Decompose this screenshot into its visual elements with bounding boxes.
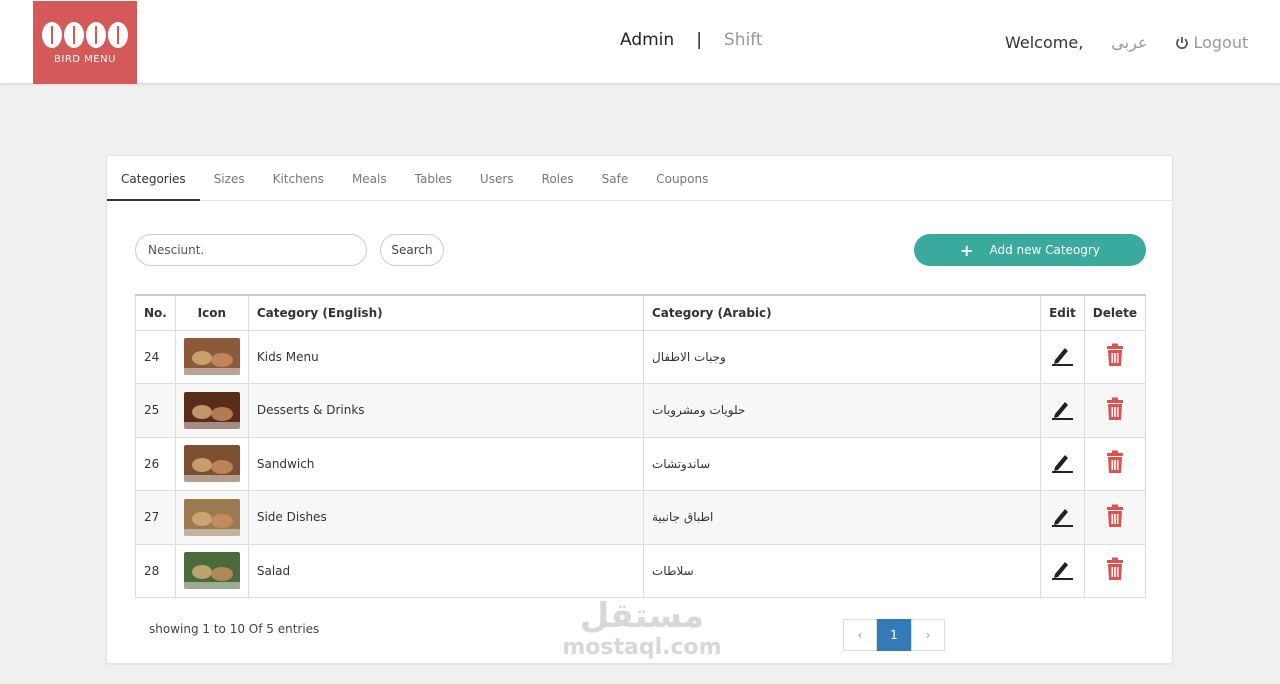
col-header-english: Category (English) — [247, 294, 645, 331]
row-arabic-name: حلويات ومشروبات — [642, 383, 1042, 438]
language-switch-link[interactable]: عربى — [1111, 33, 1147, 52]
row-icon-cell — [174, 490, 249, 545]
row-icon-cell — [174, 383, 249, 438]
table-row: 28 Salad سلاطات — [135, 543, 1147, 598]
row-arabic-name: اطباق جانبية — [642, 490, 1042, 545]
watermark-arabic: مستقل — [579, 596, 705, 636]
pencil-icon — [1052, 455, 1074, 474]
search-button[interactable]: Search — [380, 234, 444, 266]
table-row: 25 Desserts & Drinks حلويات ومشروبات — [135, 383, 1147, 438]
brand-logo[interactable]: BIRD MENU — [33, 1, 137, 84]
user-menu: Welcome, عربى Logout — [1005, 33, 1248, 52]
power-icon — [1176, 36, 1189, 49]
pencil-icon — [1052, 508, 1074, 527]
entries-info: showing 1 to 10 Of 5 entries — [149, 622, 320, 636]
row-arabic-name: وجبات الاطفال — [642, 329, 1042, 384]
header-nav: Admin | Shift — [620, 30, 763, 50]
tab-sizes[interactable]: Sizes — [200, 156, 259, 201]
logout-link[interactable]: Logout — [1175, 33, 1248, 52]
delete-button[interactable] — [1083, 329, 1147, 384]
table-row: 27 Side Dishes اطباق جانبية — [135, 490, 1147, 545]
row-number: 27 — [135, 490, 176, 545]
tab-kitchens[interactable]: Kitchens — [259, 156, 338, 201]
pencil-icon — [1052, 401, 1074, 420]
pencil-icon — [1052, 562, 1074, 581]
pagination: ‹ 1 › — [843, 619, 945, 651]
col-header-arabic: Category (Arabic) — [642, 294, 1042, 331]
trash-icon — [1106, 557, 1123, 581]
watermark: مستقل mostaql.com — [562, 596, 722, 660]
col-header-delete: Delete — [1083, 294, 1147, 331]
delete-button[interactable] — [1083, 436, 1147, 491]
logout-label: Logout — [1193, 33, 1249, 52]
nav-shift-link[interactable]: Shift — [724, 30, 763, 50]
col-header-no: No. — [135, 294, 176, 331]
row-icon-cell — [174, 329, 249, 384]
category-thumbnail — [183, 391, 240, 429]
row-english-name: Kids Menu — [247, 329, 645, 384]
nav-admin-link[interactable]: Admin — [620, 30, 674, 50]
trash-icon — [1106, 450, 1123, 474]
logo-mark — [42, 20, 128, 50]
nav-separator: | — [696, 30, 702, 50]
row-number: 24 — [135, 329, 176, 384]
edit-button[interactable] — [1040, 329, 1085, 384]
tab-safe[interactable]: Safe — [588, 156, 643, 201]
prev-page-button[interactable]: ‹ — [843, 619, 877, 651]
categories-panel: Categories Sizes Kitchens Meals Tables U… — [106, 155, 1173, 664]
row-icon-cell — [174, 543, 249, 598]
row-english-name: Desserts & Drinks — [247, 383, 645, 438]
row-number: 25 — [135, 383, 176, 438]
add-category-button[interactable]: + Add new Cateogry — [914, 234, 1146, 266]
category-thumbnail — [183, 498, 240, 536]
trash-icon — [1106, 397, 1123, 420]
delete-button[interactable] — [1083, 383, 1147, 438]
plus-icon: + — [960, 240, 974, 260]
tab-meals[interactable]: Meals — [338, 156, 401, 201]
edit-button[interactable] — [1040, 436, 1085, 491]
edit-button[interactable] — [1040, 490, 1085, 545]
row-english-name: Sandwich — [247, 436, 645, 491]
trash-icon — [1106, 504, 1123, 527]
tab-users[interactable]: Users — [466, 156, 528, 201]
tab-roles[interactable]: Roles — [528, 156, 588, 201]
logo-text: BIRD MENU — [54, 54, 116, 65]
tab-categories[interactable]: Categories — [107, 156, 200, 201]
trash-icon — [1106, 343, 1123, 367]
row-icon-cell — [174, 436, 249, 491]
next-page-button[interactable]: › — [911, 619, 945, 651]
edit-button[interactable] — [1040, 543, 1085, 598]
table-header-row: No. Icon Category (English) Category (Ar… — [135, 294, 1147, 331]
row-number: 28 — [135, 543, 176, 598]
table-row: 26 Sandwich ساندوتشات — [135, 436, 1147, 491]
admin-tabs: Categories Sizes Kitchens Meals Tables U… — [107, 156, 1172, 201]
pencil-icon — [1052, 348, 1074, 367]
row-number: 26 — [135, 436, 176, 491]
category-thumbnail — [183, 338, 240, 376]
row-english-name: Salad — [247, 543, 645, 598]
top-navbar: BIRD MENU Admin | Shift Welcome, عربى Lo… — [0, 0, 1280, 84]
category-thumbnail — [183, 445, 240, 483]
row-arabic-name: سلاطات — [642, 543, 1042, 598]
tab-tables[interactable]: Tables — [401, 156, 466, 201]
row-arabic-name: ساندوتشات — [642, 436, 1042, 491]
edit-button[interactable] — [1040, 383, 1085, 438]
category-thumbnail — [183, 552, 240, 590]
page-button-1[interactable]: 1 — [877, 619, 911, 651]
col-header-icon: Icon — [174, 294, 249, 331]
row-english-name: Side Dishes — [247, 490, 645, 545]
welcome-text: Welcome, — [1005, 33, 1084, 52]
categories-table: No. Icon Category (English) Category (Ar… — [135, 294, 1147, 598]
delete-button[interactable] — [1083, 490, 1147, 545]
search-input[interactable] — [135, 234, 367, 266]
delete-button[interactable] — [1083, 543, 1147, 598]
watermark-latin: mostaql.com — [562, 635, 722, 660]
tab-coupons[interactable]: Coupons — [642, 156, 722, 201]
add-category-label: Add new Cateogry — [989, 243, 1100, 257]
col-header-edit: Edit — [1040, 294, 1085, 331]
table-row: 24 Kids Menu وجبات الاطفال — [135, 329, 1147, 384]
